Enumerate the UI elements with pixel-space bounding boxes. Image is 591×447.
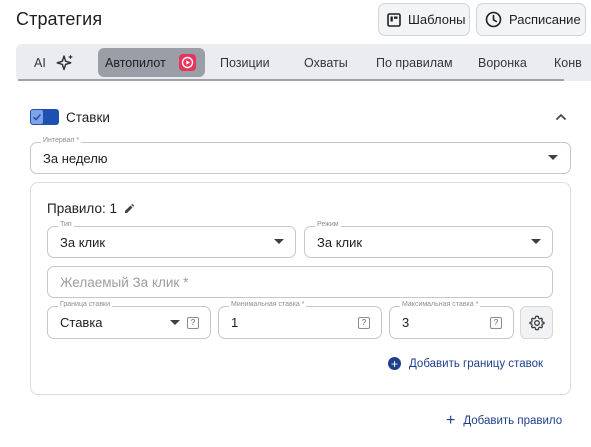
max-bid-value: 3 [402, 315, 410, 330]
clock-icon [485, 11, 502, 29]
play-badge-icon [179, 54, 196, 71]
help-icon[interactable]: ? [187, 316, 199, 329]
templates-icon [387, 11, 401, 29]
mode-select[interactable]: Режим За клик [304, 220, 553, 258]
help-icon[interactable]: ? [358, 316, 370, 329]
caret-down-icon [548, 155, 558, 160]
mode-value: За клик [317, 234, 363, 250]
type-select[interactable]: Тип За клик [47, 220, 296, 258]
max-bid-input[interactable]: Максимальная ставка * 3 ? [389, 300, 514, 339]
tab-ai[interactable]: AI [34, 44, 75, 81]
add-rule-label: Добавить правило [463, 415, 563, 427]
desired-cpc-input[interactable]: Желаемый За клик * [47, 266, 553, 298]
tab-autopilot[interactable]: Автопилот [98, 48, 205, 77]
templates-button[interactable]: Шаблоны [378, 3, 470, 36]
min-bid-value: 1 [231, 315, 239, 330]
interval-select[interactable]: Интервал * За неделю [30, 136, 571, 174]
tab-positions[interactable]: Позиции [220, 44, 270, 81]
sparkle-icon [55, 53, 75, 73]
interval-value: За неделю [43, 150, 108, 166]
bids-toggle[interactable] [30, 109, 59, 125]
tab-conversions[interactable]: Конв [554, 44, 582, 81]
pencil-icon[interactable] [123, 203, 135, 215]
caret-down-icon [274, 239, 284, 244]
bids-section-title: Ставки [66, 109, 110, 125]
check-icon [31, 110, 43, 124]
bids-section-header: Ставки [30, 108, 110, 126]
help-icon[interactable]: ? [490, 316, 502, 329]
strategy-tabs: AI Автопилот Позиции Охваты По правилам … [16, 44, 591, 81]
add-bid-bound-button[interactable]: + Добавить границу ставок [388, 357, 543, 370]
page-title: Стратегия [16, 9, 103, 29]
chevron-up-icon[interactable] [552, 108, 570, 126]
tab-by-rules[interactable]: По правилам [376, 44, 453, 81]
max-bid-label: Максимальная ставка * [400, 300, 481, 310]
add-bid-bound-label: Добавить границу ставок [409, 357, 544, 370]
desired-cpc-placeholder: Желаемый За клик * [60, 274, 189, 290]
type-value: За клик [60, 234, 106, 250]
tab-reach[interactable]: Охваты [304, 44, 348, 81]
tab-funnel[interactable]: Воронка [478, 44, 527, 81]
min-bid-input[interactable]: Минимальная ставка * 1 ? [218, 300, 382, 339]
tabs-scrollbar[interactable] [18, 79, 564, 81]
bid-bound-select[interactable]: Граница ставки Ставка ? [47, 300, 211, 339]
caret-down-icon [170, 319, 180, 325]
templates-button-label: Шаблоны [408, 12, 466, 27]
gear-icon[interactable] [520, 306, 553, 339]
bid-bound-value: Ставка [60, 315, 103, 330]
caret-down-icon [531, 239, 541, 244]
rule-title-text: Правило: 1 [47, 201, 117, 216]
tab-autopilot-label: Автопилот [105, 55, 166, 70]
plus-circle-icon: + [388, 357, 401, 370]
plus-icon: + [446, 412, 456, 429]
min-bid-label: Минимальная ставка * [229, 300, 307, 310]
schedule-button-label: Расписание [509, 12, 581, 27]
tab-ai-label: AI [34, 55, 46, 70]
rule-title: Правило: 1 [47, 201, 135, 216]
add-rule-button[interactable]: + Добавить правило [446, 413, 562, 429]
schedule-button[interactable]: Расписание [476, 3, 586, 36]
